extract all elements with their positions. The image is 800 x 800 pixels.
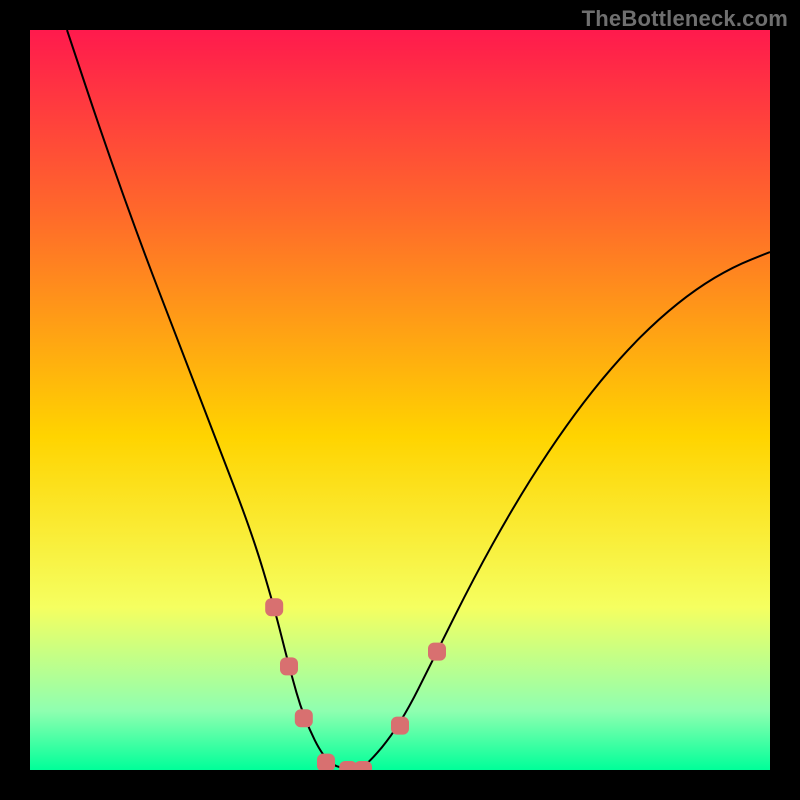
marker-point	[265, 598, 283, 616]
marker-point	[295, 709, 313, 727]
bottleneck-chart	[30, 30, 770, 770]
watermark-text: TheBottleneck.com	[582, 6, 788, 32]
marker-point	[317, 754, 335, 770]
marker-point	[391, 717, 409, 735]
chart-frame: TheBottleneck.com	[0, 0, 800, 800]
marker-point	[428, 643, 446, 661]
marker-point	[354, 761, 372, 770]
gradient-background	[30, 30, 770, 770]
marker-point	[280, 657, 298, 675]
